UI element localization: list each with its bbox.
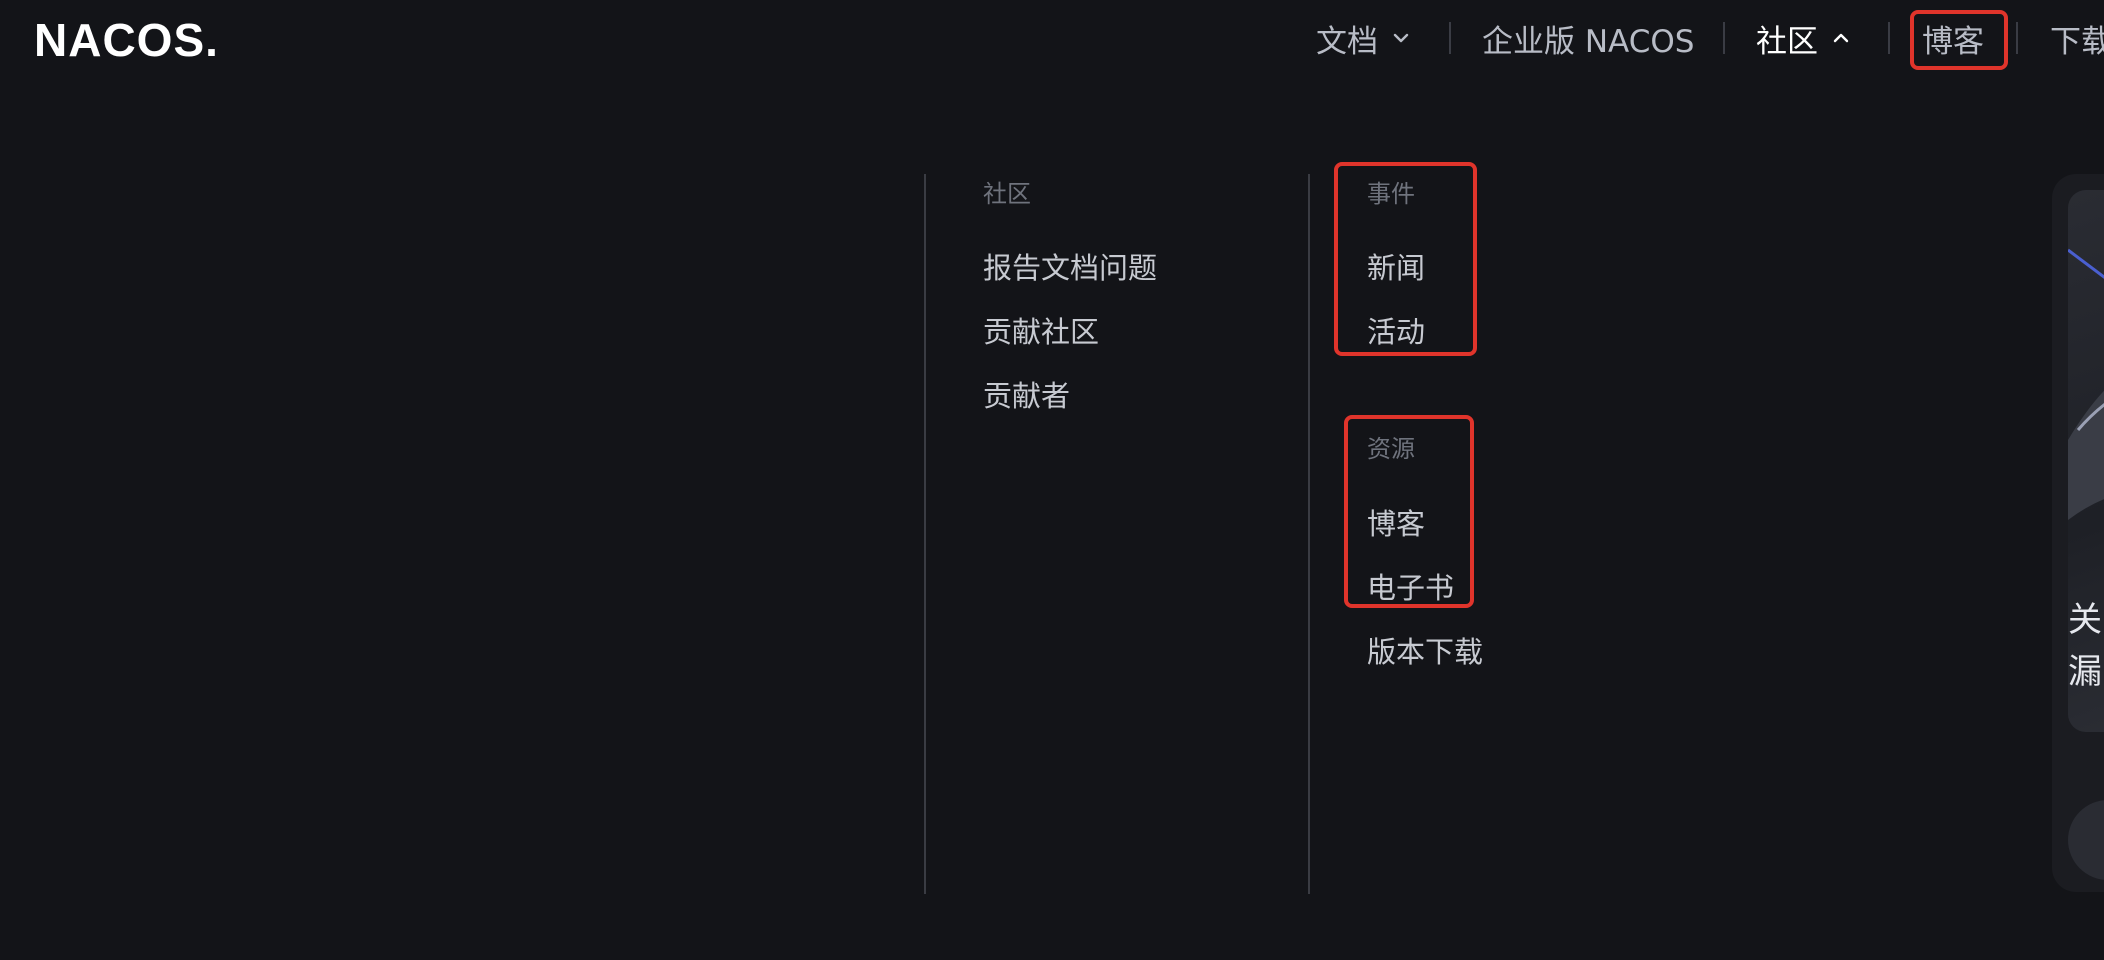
preview-card-title-line2: 漏	[2068, 652, 2102, 692]
nav-enterprise[interactable]: 企业版 NACOS	[1482, 18, 1695, 60]
nav-divider	[2016, 22, 2018, 54]
chevron-up-icon	[1833, 33, 1849, 43]
menu-link-ebook[interactable]: 电子书	[1367, 565, 1454, 607]
nav-blog[interactable]: 博客	[1922, 18, 1984, 60]
chevron-down-icon	[1393, 33, 1409, 43]
menu-divider	[1308, 174, 1310, 894]
nav-community[interactable]: 社区	[1756, 18, 1852, 60]
preview-card[interactable]: 关 漏	[2052, 174, 2104, 892]
nav-docs-label: 文档	[1316, 23, 1378, 60]
logo-text: NACOS.	[34, 14, 219, 64]
menu-link-report-doc-issue[interactable]: 报告文档问题	[983, 245, 1157, 287]
nav-blog-label: 博客	[1922, 23, 1984, 60]
nav-divider	[1449, 22, 1451, 54]
menu-divider	[924, 174, 926, 894]
page: NACOS. 文档 企业版 NACOS 社区 博客 下载 社区 报告文档问题 贡…	[0, 0, 2104, 960]
menu-link-blog[interactable]: 博客	[1367, 501, 1425, 543]
nav-docs[interactable]: 文档	[1316, 18, 1412, 60]
preview-card-button[interactable]	[2068, 800, 2104, 880]
menu-group-title-community: 社区	[983, 180, 1031, 208]
nav-divider	[1888, 22, 1890, 54]
menu-link-news[interactable]: 新闻	[1367, 245, 1425, 287]
nav-community-label: 社区	[1756, 23, 1818, 60]
nacos-logo[interactable]: NACOS.	[34, 14, 234, 64]
menu-link-version-download[interactable]: 版本下载	[1367, 629, 1483, 671]
nav-download-label: 下载	[2050, 23, 2104, 60]
menu-group-title-resources: 资源	[1367, 435, 1415, 463]
nav-divider	[1723, 22, 1725, 54]
menu-link-contribute-community[interactable]: 贡献社区	[983, 309, 1099, 351]
menu-group-title-events: 事件	[1367, 180, 1415, 208]
nav-enterprise-label: 企业版 NACOS	[1482, 23, 1695, 60]
menu-link-activities[interactable]: 活动	[1367, 309, 1425, 351]
nav-download[interactable]: 下载	[2050, 18, 2104, 60]
preview-card-title-line1: 关	[2068, 600, 2102, 640]
menu-link-contributors[interactable]: 贡献者	[983, 373, 1070, 415]
